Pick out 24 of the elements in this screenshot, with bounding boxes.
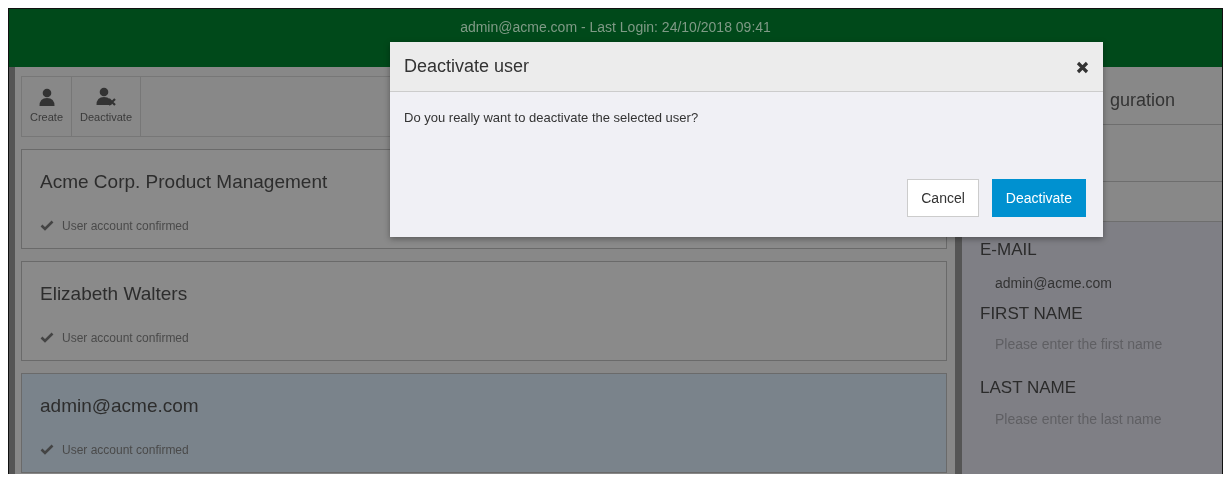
user-card[interactable]: Elizabeth Walters User account confirmed: [21, 261, 947, 361]
deactivate-button[interactable]: Deactivate: [991, 179, 1086, 217]
field-label: E-MAIL: [979, 239, 1038, 261]
field-label: LAST NAME: [979, 377, 1078, 399]
user-name: Elizabeth Walters: [40, 282, 189, 306]
check-icon: [40, 444, 54, 455]
user-card[interactable]: admin@acme.com User account confirmed: [21, 373, 947, 473]
dialog-message: Do you really want to deactivate the selected user?: [404, 110, 699, 125]
account-status: User account confirmed: [62, 217, 189, 235]
cancel-button[interactable]: Cancel: [907, 179, 979, 217]
user-name: admin@acme.com: [40, 394, 200, 418]
remove-user-icon: [95, 87, 117, 107]
account-status: User account confirmed: [62, 329, 189, 347]
user-name: Acme Corp. Product Management: [40, 170, 329, 194]
deactivate-button[interactable]: Deactivate: [72, 77, 141, 136]
field-label: FIRST NAME: [979, 302, 1084, 325]
account-status: User account confirmed: [62, 441, 189, 459]
user-icon: [37, 87, 56, 106]
check-icon: [40, 220, 54, 231]
dialog-title: Deactivate user: [404, 55, 530, 78]
check-icon: [40, 332, 54, 343]
create-button[interactable]: Create: [22, 77, 73, 136]
email-value: admin@acme.com: [994, 273, 1113, 293]
panel-title: guration: [1110, 90, 1176, 110]
